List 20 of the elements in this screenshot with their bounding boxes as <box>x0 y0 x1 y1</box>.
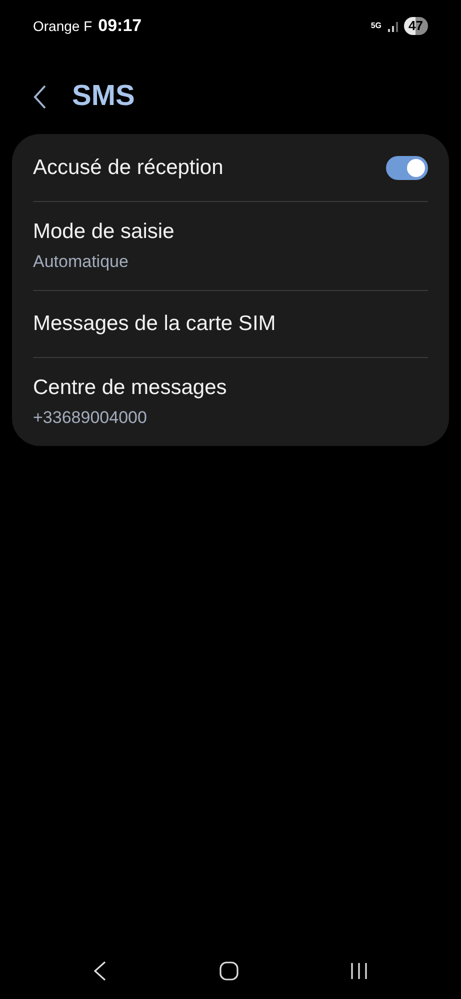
setting-value: +33689004000 <box>33 407 148 429</box>
settings-item[interactable]: Accusé de réception <box>33 134 428 201</box>
home-icon[interactable] <box>218 961 238 981</box>
clock: 09:17 <box>98 15 142 38</box>
settings-item[interactable]: Messages de la carte SIM <box>33 290 428 357</box>
page-title: SMS <box>72 79 135 114</box>
settings-item[interactable]: Centre de messages +33689004000 <box>33 357 428 446</box>
setting-label: Messages de la carte SIM <box>33 311 276 338</box>
carrier-name: Orange F <box>33 16 92 36</box>
setting-value: Automatique <box>33 251 130 273</box>
toggle-switch[interactable] <box>386 156 428 180</box>
back-icon[interactable] <box>93 961 107 981</box>
battery-level: 47 <box>404 17 428 35</box>
settings-item[interactable]: Mode de saisie Automatique <box>33 201 428 290</box>
network-type: 5G <box>370 22 382 30</box>
signal-icon <box>386 20 399 32</box>
setting-label: Mode de saisie <box>33 218 174 244</box>
recent-apps-icon[interactable] <box>350 962 368 980</box>
setting-label: Accusé de réception <box>33 154 224 181</box>
setting-label: Centre de messages <box>33 374 227 400</box>
